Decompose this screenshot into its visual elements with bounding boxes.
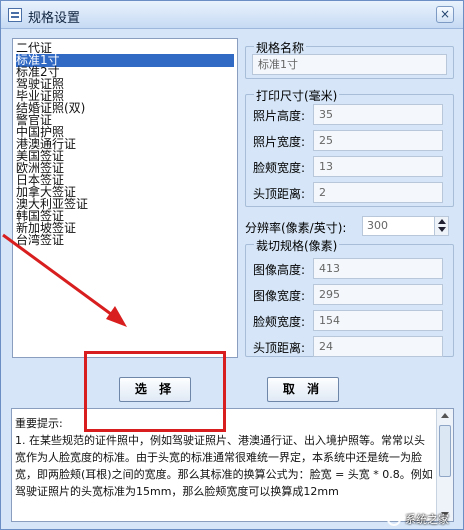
- watermark-text: 系统之家: [405, 513, 449, 526]
- annotation-arrow-icon: [2, 233, 127, 327]
- spec-settings-window: 规格设置 × 二代证 标准1寸 标准2寸 驾驶证照 毕业证照 结婚证照(双) 警…: [0, 0, 464, 530]
- watermark-logo-icon: [387, 512, 401, 526]
- watermark: 系统之家: [387, 511, 449, 527]
